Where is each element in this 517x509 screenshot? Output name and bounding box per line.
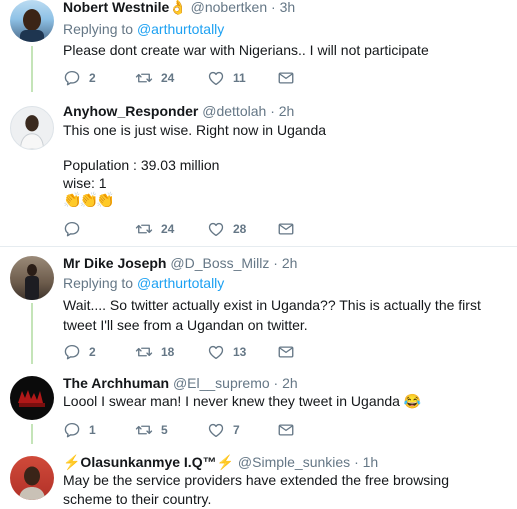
- display-name[interactable]: Mr Dike Joseph: [63, 255, 166, 271]
- message-icon: [277, 343, 295, 361]
- user-handle[interactable]: @D_Boss_Millz: [170, 255, 269, 271]
- retweet-icon: [135, 421, 153, 439]
- thread-line: [31, 303, 33, 364]
- retweet-count: 18: [161, 345, 175, 359]
- timestamp[interactable]: 3h: [280, 0, 296, 15]
- timestamp[interactable]: 2h: [282, 375, 298, 391]
- like-button[interactable]: 11: [207, 69, 246, 87]
- avatar-image: [20, 9, 44, 42]
- avatar[interactable]: [10, 456, 54, 500]
- message-button[interactable]: [277, 421, 295, 439]
- retweet-button[interactable]: 5: [135, 421, 168, 439]
- reply-icon: [63, 343, 81, 361]
- reply-icon: [63, 69, 81, 87]
- tweet-text: Please dont create war with Nigerians.. …: [63, 42, 429, 58]
- tweet-actions: 2 18 13: [63, 343, 343, 361]
- reply-icon: [63, 220, 81, 238]
- reply-count: 1: [89, 423, 96, 437]
- retweet-icon: [135, 69, 153, 87]
- avatar-image: [25, 264, 39, 300]
- reply-button[interactable]: 2: [63, 343, 96, 361]
- tweet-header: The Archhuman @El__supremo · 2h: [63, 375, 298, 391]
- like-count: 28: [233, 222, 247, 236]
- ok-hand-emoji: 👌: [169, 0, 187, 15]
- retweet-icon: [135, 343, 153, 361]
- like-button[interactable]: 28: [207, 220, 246, 238]
- clap-emojis: 👏👏👏: [63, 192, 115, 209]
- tweet-actions: 1 5 7: [63, 421, 343, 439]
- avatar[interactable]: [10, 256, 54, 300]
- reply-button[interactable]: [63, 220, 89, 238]
- timestamp[interactable]: 2h: [279, 103, 295, 119]
- tweet-actions: 24 28: [63, 220, 343, 238]
- like-button[interactable]: 13: [207, 343, 246, 361]
- replying-to: Replying to @arthurtotally: [63, 21, 225, 37]
- tweet-header: Mr Dike Joseph @D_Boss_Millz · 2h: [63, 255, 298, 271]
- display-name[interactable]: Anyhow_Responder: [63, 103, 198, 119]
- timestamp[interactable]: 1h: [363, 454, 379, 470]
- retweet-button[interactable]: 24: [135, 220, 174, 238]
- tweet-header: Nobert Westnile👌 @nobertken · 3h: [63, 0, 296, 15]
- retweet-count: 5: [161, 423, 168, 437]
- tweet-text: May be the service providers have extend…: [63, 472, 449, 507]
- like-icon: [207, 220, 225, 238]
- tweet-olasunkanmye[interactable]: ⚡Olasunkanmye I.Q™⚡ @Simple_sunkies · 1h…: [0, 444, 517, 507]
- like-count: 11: [233, 71, 246, 85]
- user-handle[interactable]: @nobertken: [191, 0, 267, 15]
- avatar[interactable]: [10, 0, 54, 42]
- replying-to: Replying to @arthurtotally: [63, 275, 225, 291]
- tweet-text: Wait.... So twitter actually exist in Ug…: [63, 297, 481, 333]
- message-button[interactable]: [277, 343, 295, 361]
- avatar[interactable]: [10, 106, 54, 150]
- like-count: 7: [233, 423, 240, 437]
- message-icon: [277, 220, 295, 238]
- like-count: 13: [233, 345, 247, 359]
- message-button[interactable]: [277, 69, 295, 87]
- tweet-archhuman[interactable]: The Archhuman @El__supremo · 2h Loool I …: [0, 364, 517, 444]
- display-name[interactable]: Nobert Westnile: [63, 0, 169, 15]
- display-name[interactable]: ⚡Olasunkanmye I.Q™⚡: [63, 454, 234, 470]
- avatar-image: [19, 466, 45, 500]
- thread-line: [31, 424, 33, 444]
- retweet-button[interactable]: 18: [135, 343, 174, 361]
- tweet-actions: 2 24 11: [63, 69, 343, 87]
- avatar-image: [18, 390, 45, 407]
- user-handle[interactable]: @El__supremo: [173, 375, 270, 391]
- tweet-text: Loool I swear man! I never knew they twe…: [63, 393, 422, 409]
- timestamp[interactable]: 2h: [282, 255, 298, 271]
- user-handle[interactable]: @Simple_sunkies: [238, 454, 350, 470]
- reply-icon: [63, 421, 81, 439]
- message-icon: [277, 69, 295, 87]
- reply-count: 2: [89, 71, 96, 85]
- tweet-header: ⚡Olasunkanmye I.Q™⚡ @Simple_sunkies · 1h: [63, 454, 379, 470]
- like-icon: [207, 421, 225, 439]
- like-icon: [207, 69, 225, 87]
- avatar[interactable]: [10, 376, 54, 420]
- reply-button[interactable]: 2: [63, 69, 96, 87]
- reply-button[interactable]: 1: [63, 421, 96, 439]
- tweet-header: Anyhow_Responder @dettolah · 2h: [63, 103, 295, 119]
- avatar-image: [20, 115, 44, 149]
- message-button[interactable]: [277, 220, 295, 238]
- user-handle[interactable]: @dettolah: [202, 103, 266, 119]
- tweet-nobert[interactable]: Nobert Westnile👌 @nobertken · 3h Replyin…: [0, 0, 517, 92]
- tweet-dike-joseph[interactable]: Mr Dike Joseph @D_Boss_Millz · 2h Replyi…: [0, 247, 517, 364]
- tweet-text-line-1: This one is just wise. Right now in Ugan…: [63, 122, 327, 138]
- reply-count: 2: [89, 345, 96, 359]
- like-icon: [207, 343, 225, 361]
- replying-to-link[interactable]: @arthurtotally: [137, 275, 224, 291]
- retweet-count: 24: [161, 71, 175, 85]
- replying-to-link[interactable]: @arthurtotally: [137, 21, 224, 37]
- like-button[interactable]: 7: [207, 421, 240, 439]
- tweet-text-line-2: Population : 39.03 million: [63, 157, 220, 173]
- thread-line: [31, 46, 33, 92]
- message-icon: [277, 421, 295, 439]
- retweet-count: 24: [161, 222, 175, 236]
- display-name[interactable]: The Archhuman: [63, 375, 169, 391]
- retweet-button[interactable]: 24: [135, 69, 174, 87]
- tweet-feed: Nobert Westnile👌 @nobertken · 3h Replyin…: [0, 0, 517, 507]
- retweet-icon: [135, 220, 153, 238]
- tweet-anyhow-responder[interactable]: Anyhow_Responder @dettolah · 2h This one…: [0, 92, 517, 246]
